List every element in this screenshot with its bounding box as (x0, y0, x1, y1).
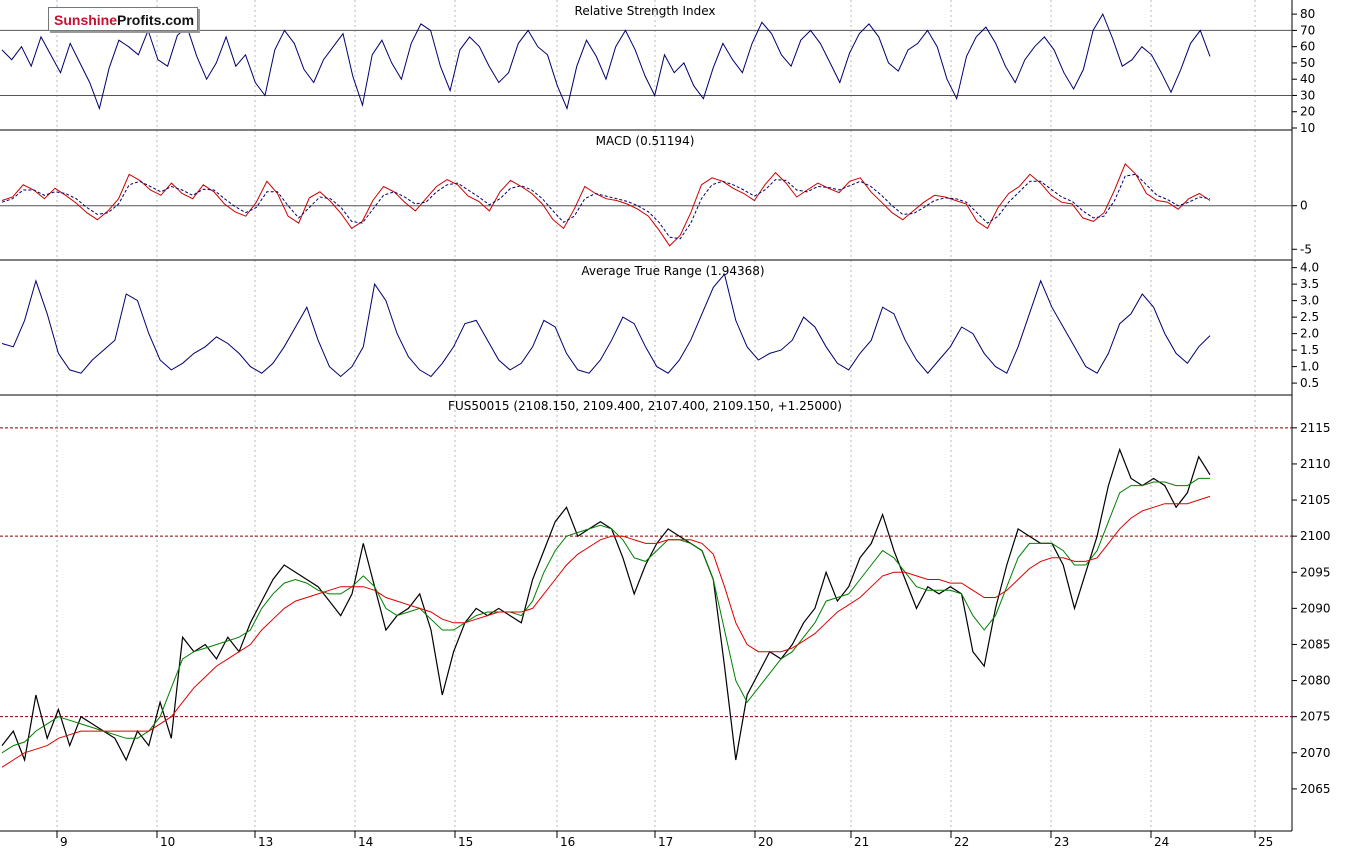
y-tick-label: 1.5 (1300, 343, 1319, 357)
y-tick-label: 2115 (1300, 421, 1331, 435)
y-tick-label: 0 (1300, 199, 1308, 213)
series-line-ma_slow (1, 495, 1211, 768)
y-tick-label: 2110 (1300, 457, 1331, 471)
chart-panels: 10 20 30 40 50 60 70 80 Relative Strength Index -… (0, 0, 1331, 832)
y-tick-label: 40 (1300, 72, 1315, 86)
y-tick-label: 2095 (1300, 565, 1331, 579)
grid-lines (56, 0, 1256, 831)
panel-title-3: FUS50015 (2108.150, 2109.400, 2107.400, … (448, 399, 842, 413)
y-tick-label: 2075 (1300, 710, 1331, 724)
y-tick-label: 20 (1300, 105, 1315, 119)
y-tick-label: 2085 (1300, 637, 1331, 651)
y-tick-label: 4.0 (1300, 261, 1319, 275)
y-tick-label: 2100 (1300, 529, 1331, 543)
y-tick-label: 50 (1300, 56, 1315, 70)
y-tick-label: 0.5 (1300, 376, 1319, 390)
x-tick-label: 20 (758, 835, 773, 849)
series-line-p1-s1 (1, 173, 1211, 240)
y-tick-label: 2070 (1300, 746, 1331, 760)
panel-title-0: Relative Strength Index (575, 4, 716, 18)
y-tick-label: 60 (1300, 40, 1315, 54)
panel-title-1: MACD (0.51194) (596, 134, 695, 148)
x-tick-label: 23 (1054, 835, 1069, 849)
panel-title-2: Average True Range (1.94368) (581, 264, 764, 278)
series-line-p1-s0 (1, 163, 1211, 247)
y-tick-label: 30 (1300, 88, 1315, 102)
y-tick-label: 3.0 (1300, 294, 1319, 308)
y-tick-label: 2080 (1300, 674, 1331, 688)
y-tick-label: 3.5 (1300, 277, 1319, 291)
panel-3: 2065 2070 2075 2080 2085 2090 2095 2100 2105 2110… (0, 395, 1331, 832)
panel-2: 0.5 1.0 1.5 2.0 2.5 3.0 3.5 4.0 Average True Ran… (0, 260, 1319, 396)
series-line-ma_fast (1, 477, 1210, 754)
y-tick-label: 2.0 (1300, 327, 1319, 341)
x-tick-label: 9 (60, 835, 68, 849)
y-tick-label: 2.5 (1300, 310, 1319, 324)
x-tick-label: 16 (560, 835, 575, 849)
x-tick-label: 10 (160, 835, 175, 849)
x-tick-label: 15 (458, 835, 473, 849)
y-tick-label: 10 (1300, 121, 1315, 135)
x-tick-label: 21 (854, 835, 869, 849)
x-tick-label: 22 (954, 835, 969, 849)
x-tick-label: 24 (1154, 835, 1169, 849)
x-tick-label: 14 (358, 835, 373, 849)
y-tick-label: 70 (1300, 23, 1315, 37)
date-axis: 9 10 13 14 15 16 17 20 21 22 23 24 25 (0, 830, 1292, 849)
y-tick-label: -5 (1300, 242, 1312, 256)
series-line-price (1, 447, 1211, 763)
y-tick-label: 2105 (1300, 493, 1331, 507)
panel-1: -5 0 MACD (0.51194) (0, 130, 1312, 261)
y-tick-label: 80 (1300, 7, 1315, 21)
x-tick-label: 25 (1258, 835, 1273, 849)
y-tick-label: 1.0 (1300, 360, 1319, 374)
stock-chart: 10 20 30 40 50 60 70 80 Relative Strength Index -… (0, 0, 1331, 849)
series-line-p2-s0 (1, 273, 1211, 378)
sunshine-profits-logo: SunshineProfits.com (48, 7, 198, 31)
y-tick-label: 2065 (1300, 782, 1331, 796)
x-tick-label: 13 (258, 835, 273, 849)
y-tick-label: 2090 (1300, 601, 1331, 615)
x-tick-label: 17 (658, 835, 673, 849)
